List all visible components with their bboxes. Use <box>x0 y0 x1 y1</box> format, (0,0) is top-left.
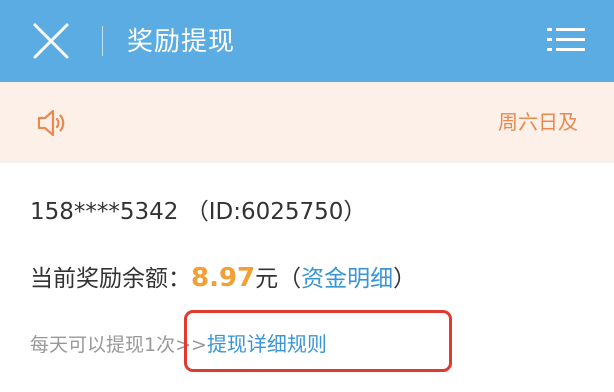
paren-open: （ <box>278 266 302 292</box>
menu-button[interactable] <box>544 22 588 58</box>
notice-bar: 周六日及 <box>0 82 614 162</box>
balance-label: 当前奖励余额： <box>30 266 191 292</box>
fund-details-link[interactable]: 资金明细 <box>301 266 393 292</box>
paren-close: ） <box>393 266 417 292</box>
section-divider <box>0 162 614 163</box>
page-title: 奖励提现 <box>127 27 236 57</box>
menu-icon <box>547 28 585 51</box>
close-button[interactable] <box>28 18 74 64</box>
balance-unit: 元 <box>255 266 279 292</box>
close-icon <box>33 23 69 59</box>
notice-text: 周六日及 <box>498 110 578 134</box>
withdraw-rule-row: 每天可以提现1次>>提现详细规则 <box>30 326 327 362</box>
account-info: 158****5342 （ID:6025750） <box>30 199 367 225</box>
app-header: 奖励提现 <box>0 0 614 82</box>
withdraw-rules-link[interactable]: 提现详细规则 <box>207 332 327 356</box>
balance-amount: 8.97 <box>191 263 256 293</box>
withdraw-rule-text: 每天可以提现1次>> <box>30 334 207 356</box>
speaker-icon <box>37 109 65 137</box>
header-divider <box>102 26 103 56</box>
balance-row: 当前奖励余额：8.97元（资金明细） <box>30 258 416 298</box>
